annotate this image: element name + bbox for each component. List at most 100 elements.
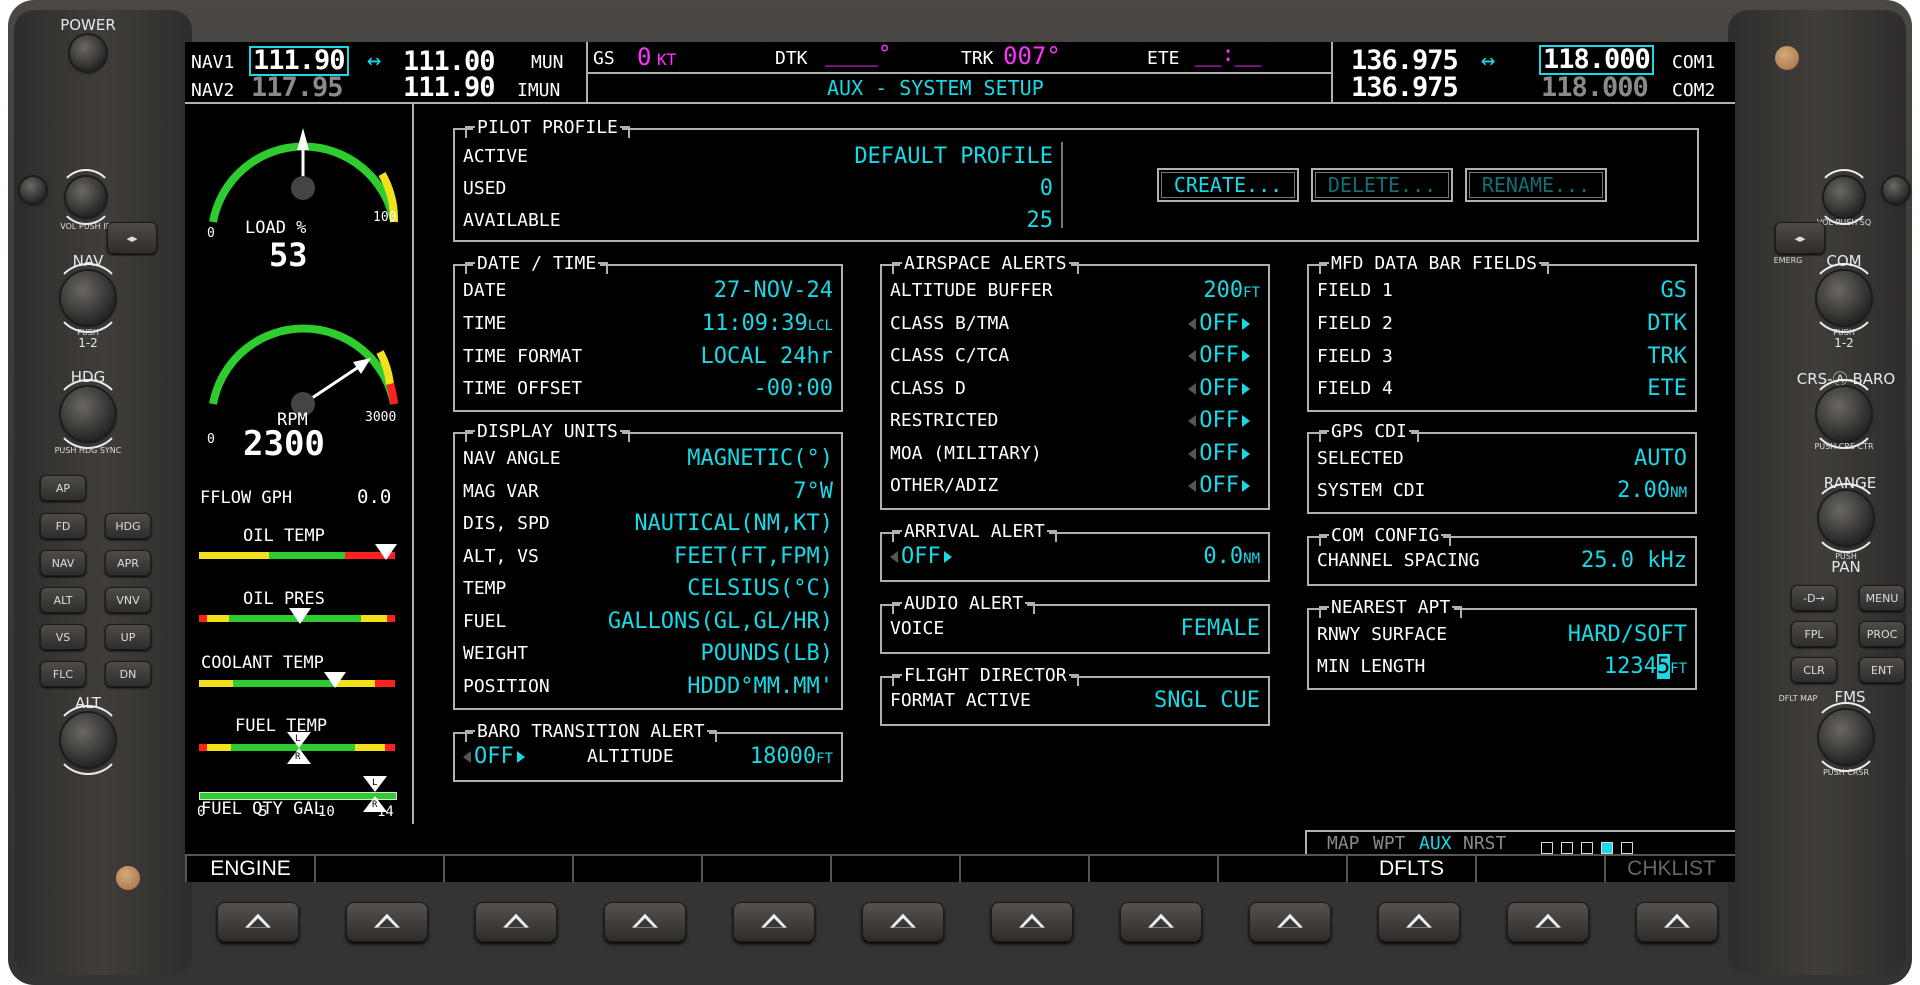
time-offset-value[interactable]: -00:00 [754, 376, 833, 401]
rename-profile-button[interactable]: RENAME... [1465, 168, 1607, 202]
power-button[interactable] [70, 35, 106, 71]
softkey-11-button[interactable] [1507, 902, 1589, 942]
alt-knob[interactable] [53, 705, 123, 775]
airspace-toggle[interactable]: OFF [1188, 408, 1250, 433]
units-value[interactable]: MAGNETIC(°) [687, 446, 833, 471]
com1-standby-frequency[interactable]: 118.000 [1539, 45, 1654, 75]
field-value[interactable]: TRK [1647, 344, 1687, 369]
min-length-value[interactable]: 12345FT [1604, 654, 1687, 679]
create-profile-button[interactable]: CREATE... [1157, 168, 1299, 202]
nav-volume-knob[interactable] [58, 169, 114, 225]
softkey-8-button[interactable] [1120, 902, 1202, 942]
runway-surface-value[interactable]: HARD/SOFT [1568, 622, 1687, 647]
field-value[interactable]: ETE [1647, 376, 1687, 401]
softkey-label-4[interactable] [572, 854, 701, 882]
softkey-label-9[interactable] [1217, 854, 1346, 882]
channel-spacing-value[interactable]: 25.0 kHz [1581, 548, 1687, 573]
delete-profile-button[interactable]: DELETE... [1311, 168, 1453, 202]
softkey-label-8[interactable] [1088, 854, 1217, 882]
ete-label: ETE [1147, 48, 1180, 69]
airspace-toggle[interactable]: OFF [1188, 311, 1250, 336]
airspace-toggle[interactable]: OFF [1188, 441, 1250, 466]
voice-value[interactable]: FEMALE [1181, 616, 1260, 641]
date-value[interactable]: 27-NOV-24 [714, 278, 833, 303]
softkey-label-engine[interactable]: ENGINE [185, 854, 314, 882]
baro-alert-toggle[interactable]: OFF [463, 744, 525, 769]
menu-button[interactable]: MENU [1859, 585, 1905, 611]
altitude-buffer-value[interactable]: 200FT [1203, 278, 1260, 303]
ent-button[interactable]: ENT [1859, 657, 1905, 683]
airspace-toggle[interactable]: OFF [1188, 343, 1250, 368]
nav2-standby-frequency[interactable]: 111.90 [403, 72, 496, 103]
units-value[interactable]: POUNDS(LB) [701, 641, 833, 666]
units-value[interactable]: GALLONS(GL,GL/HR) [608, 609, 833, 634]
units-value[interactable]: 7°W [793, 479, 833, 504]
proc-button[interactable]: PROC [1859, 621, 1905, 647]
time-format-value[interactable]: LOCAL 24hr [701, 344, 833, 369]
fd-button[interactable]: FD [40, 513, 86, 539]
field-value[interactable]: GS [1661, 278, 1688, 303]
softkey-3-button[interactable] [475, 902, 557, 942]
nose-up-button[interactable]: UP [105, 624, 151, 650]
softkey-10-button[interactable] [1378, 902, 1460, 942]
softkey-1-button[interactable] [217, 902, 299, 942]
baro-altitude-value[interactable]: 18000FT [750, 744, 833, 769]
fd-format-value[interactable]: SNGL CUE [1154, 688, 1260, 713]
gs-label: GS [593, 48, 615, 69]
softkey-label-2[interactable] [314, 854, 443, 882]
hdg-knob[interactable] [53, 379, 123, 449]
alt-mode-button[interactable]: ALT [40, 587, 86, 613]
nav-swap-button[interactable]: ◂▸ [107, 222, 157, 254]
softkey-label-chklist[interactable]: CHKLIST [1604, 854, 1735, 882]
direct-to-button[interactable]: -D→ [1791, 585, 1837, 611]
cdi-selected-value[interactable]: AUTO [1634, 446, 1687, 471]
com-volume-knob[interactable] [1816, 169, 1872, 225]
crs-baro-knob[interactable] [1809, 379, 1879, 449]
profile-active-value[interactable]: DEFAULT PROFILE [854, 144, 1053, 169]
fpl-button[interactable]: FPL [1791, 621, 1837, 647]
softkey-4-button[interactable] [604, 902, 686, 942]
softkey-2-button[interactable] [346, 902, 428, 942]
nav-tuning-knob[interactable] [53, 263, 123, 333]
softkey-5-button[interactable] [733, 902, 815, 942]
airspace-toggle[interactable]: OFF [1188, 376, 1250, 401]
range-pan-joystick[interactable] [1811, 483, 1881, 553]
field-value[interactable]: DTK [1647, 311, 1687, 336]
nose-down-button[interactable]: DN [105, 661, 151, 687]
min-length-cursor-digit[interactable]: 5 [1656, 654, 1671, 679]
units-value[interactable]: NAUTICAL(NM,KT) [634, 511, 833, 536]
arrival-alert-toggle[interactable]: OFF [890, 544, 952, 569]
pan-label: PAN [1831, 558, 1861, 576]
vnv-button[interactable]: VNV [105, 587, 151, 613]
softkey-label-11[interactable] [1475, 854, 1604, 882]
com-tuning-knob[interactable] [1809, 263, 1879, 333]
clr-button[interactable]: CLR [1791, 657, 1837, 683]
softkey-label-dflts[interactable]: DFLTS [1346, 854, 1475, 882]
softkey-6-button[interactable] [862, 902, 944, 942]
vs-button[interactable]: VS [40, 624, 86, 650]
nav2-active-frequency[interactable]: 117.95 [251, 72, 344, 103]
softkey-7-button[interactable] [991, 902, 1073, 942]
arrival-alert-distance[interactable]: 0.0NM [1203, 544, 1260, 569]
units-row: NAV ANGLE MAGNETIC(°) [463, 446, 833, 474]
softkey-9-button[interactable] [1249, 902, 1331, 942]
softkey-label-6[interactable] [830, 854, 959, 882]
fms-knob[interactable] [1811, 702, 1881, 772]
ap-button[interactable]: AP [40, 475, 86, 501]
units-value[interactable]: HDDD°MM.MM' [687, 674, 833, 699]
nav-mode-button[interactable]: NAV [40, 550, 86, 576]
hdg-button[interactable]: HDG [105, 513, 151, 539]
softkey-label-7[interactable] [959, 854, 1088, 882]
com-swap-button[interactable]: ◂▸ [1775, 222, 1825, 254]
airspace-toggle[interactable]: OFF [1188, 473, 1250, 498]
units-value[interactable]: CELSIUS(°C) [687, 576, 833, 601]
softkey-label-5[interactable] [701, 854, 830, 882]
time-value[interactable]: 11:09:39LCL [702, 311, 833, 336]
apr-button[interactable]: APR [105, 550, 151, 576]
softkey-12-button[interactable] [1636, 902, 1718, 942]
com2-standby-frequency[interactable]: 118.000 [1541, 72, 1649, 103]
softkey-label-3[interactable] [443, 854, 572, 882]
flc-button[interactable]: FLC [40, 661, 86, 687]
units-value[interactable]: FEET(FT,FPM) [674, 544, 833, 569]
com2-active-frequency[interactable]: 136.975 [1351, 72, 1459, 103]
